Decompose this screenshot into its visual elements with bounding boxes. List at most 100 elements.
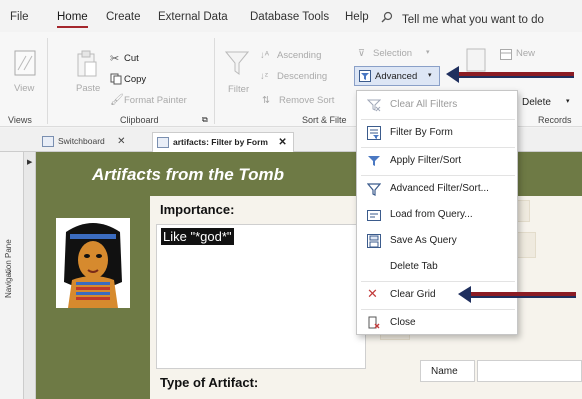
- menu-divider: [361, 309, 515, 310]
- view-button[interactable]: View: [10, 50, 40, 102]
- descending-label: Descending: [277, 71, 328, 82]
- menu-item-label: Clear Grid: [390, 289, 436, 300]
- funnel-icon: [224, 50, 250, 79]
- form-title: Artifacts from the Tomb: [92, 165, 285, 184]
- menu-item-label: Save As Query: [390, 235, 457, 246]
- importance-label: Importance:: [160, 202, 235, 217]
- name-field[interactable]: [477, 360, 582, 382]
- copy-icon: [110, 73, 122, 88]
- menu-database-tools[interactable]: Database Tools: [250, 11, 329, 23]
- clear-grid-icon: ✕: [367, 286, 378, 301]
- ascending-label: Ascending: [277, 50, 322, 61]
- menu-item-save-as-query[interactable]: Save As Query: [357, 229, 517, 253]
- menu-bar: File Home Create External Data Database …: [0, 0, 582, 32]
- menu-item-label: Clear All Filters: [390, 99, 458, 110]
- views-group-label: Views: [8, 115, 32, 125]
- annotation-arrow-clear-grid: [458, 286, 576, 303]
- format-painter-label: Format Painter: [124, 95, 187, 106]
- annotation-arrow-advanced: [446, 66, 574, 83]
- copy-label: Copy: [124, 74, 147, 85]
- menu-item-filter-by-form[interactable]: Filter By Form: [357, 121, 517, 145]
- menu-item-label: Filter By Form: [390, 127, 453, 138]
- records-group-label: Records: [538, 115, 572, 125]
- menu-item-close[interactable]: Close: [357, 311, 517, 335]
- tab-filter-by-form-label: artifacts: Filter by Form: [173, 137, 268, 147]
- advanced-filter-icon: [359, 70, 371, 85]
- selection-icon: ⊽: [358, 48, 365, 59]
- delete-record-label: Delete: [522, 97, 551, 108]
- menu-create[interactable]: Create: [106, 11, 141, 23]
- close-icon: [367, 316, 381, 330]
- menu-file[interactable]: File: [10, 11, 29, 23]
- menu-item-label: Advanced Filter/Sort...: [390, 183, 489, 194]
- load-query-icon: [367, 208, 381, 222]
- importance-field[interactable]: [156, 224, 366, 369]
- save-query-icon: [367, 234, 381, 248]
- importance-criteria[interactable]: Like "*god*": [161, 228, 234, 245]
- close-tab-icon[interactable]: ✕: [278, 137, 286, 148]
- navigation-pane[interactable]: › Navigation Pane: [0, 128, 24, 399]
- form-icon: [42, 136, 54, 147]
- apply-filter-icon: [367, 154, 381, 168]
- format-painter-icon: 🖌: [110, 94, 124, 106]
- selection-dropdown-icon: ▾: [426, 49, 430, 56]
- sort-descending-icon: ↓ᶻ: [260, 71, 269, 82]
- close-tab-icon[interactable]: ✕: [117, 136, 125, 147]
- menu-item-clear-all-filters[interactable]: Clear All Filters: [357, 93, 517, 117]
- menu-divider: [361, 119, 515, 120]
- menu-item-label: Apply Filter/Sort: [390, 155, 462, 166]
- pharaoh-image: [56, 218, 130, 308]
- ribbon-divider: [47, 38, 48, 124]
- sort-filter-group-label: Sort & Filte: [302, 115, 347, 125]
- paste-button[interactable]: Paste: [72, 50, 104, 102]
- chevron-down-icon: ▾: [428, 72, 432, 79]
- name-label: Name: [420, 360, 475, 382]
- paste-label: Paste: [76, 83, 101, 94]
- view-label: View: [14, 83, 35, 94]
- clipboard-group-label: Clipboard: [120, 115, 159, 125]
- menu-item-advanced-filter-sort[interactable]: Advanced Filter/Sort...: [357, 177, 517, 201]
- new-record-icon: [500, 49, 512, 63]
- tab-filter-by-form[interactable]: artifacts: Filter by Form ✕: [152, 132, 294, 152]
- filter-button[interactable]: Filter: [222, 48, 252, 102]
- menu-item-delete-tab[interactable]: Delete Tab: [357, 255, 517, 279]
- refresh-all-button[interactable]: [466, 48, 492, 88]
- filter-label: Filter: [228, 84, 250, 95]
- search-icon: [381, 11, 393, 26]
- paste-icon: [76, 50, 98, 81]
- advanced-button[interactable]: Advanced ▾: [354, 66, 440, 86]
- ribbon-divider: [214, 38, 215, 124]
- tab-switchboard[interactable]: Switchboard ✕: [38, 132, 132, 152]
- selection-label: Selection: [373, 48, 413, 59]
- sort-ascending-icon: ↓ᴬ: [260, 50, 270, 61]
- menu-divider: [361, 147, 515, 148]
- nav-pane-label: Navigation Pane: [4, 239, 13, 298]
- scissors-icon: ✂: [110, 53, 120, 65]
- clear-filter-icon: [366, 98, 382, 112]
- tell-me-text: Tell me what you want to do: [402, 14, 544, 26]
- menu-home[interactable]: Home: [57, 11, 88, 28]
- menu-external-data[interactable]: External Data: [158, 11, 228, 23]
- remove-sort-icon: ⇅: [262, 95, 270, 106]
- filter-form-icon: [367, 126, 381, 140]
- advanced-label: Advanced: [375, 71, 418, 82]
- remove-sort-label: Remove Sort: [279, 95, 335, 106]
- tab-switchboard-label: Switchboard: [58, 136, 105, 146]
- menu-item-label: Close: [390, 317, 416, 328]
- menu-divider: [361, 281, 515, 282]
- clipboard-launcher-icon[interactable]: ⧉: [202, 115, 208, 125]
- record-selector[interactable]: ▶: [24, 152, 36, 399]
- menu-item-label: Delete Tab: [390, 261, 438, 272]
- menu-divider: [361, 175, 515, 176]
- menu-item-apply-filter-sort[interactable]: Apply Filter/Sort: [357, 149, 517, 173]
- current-record-icon: ▶: [27, 159, 33, 166]
- menu-item-load-from-query[interactable]: Load from Query...: [357, 203, 517, 227]
- view-icon: [14, 50, 36, 79]
- new-record-label: New: [516, 48, 536, 59]
- menu-help[interactable]: Help: [345, 11, 369, 23]
- delete-dropdown-icon: ▾: [566, 98, 570, 105]
- advanced-filter-icon: [366, 182, 382, 196]
- advanced-menu: Clear All Filters Filter By Form Apply F…: [356, 90, 518, 335]
- type-of-artifact-label: Type of Artifact:: [160, 375, 259, 390]
- tell-me-search[interactable]: Tell me what you want to do: [381, 11, 544, 26]
